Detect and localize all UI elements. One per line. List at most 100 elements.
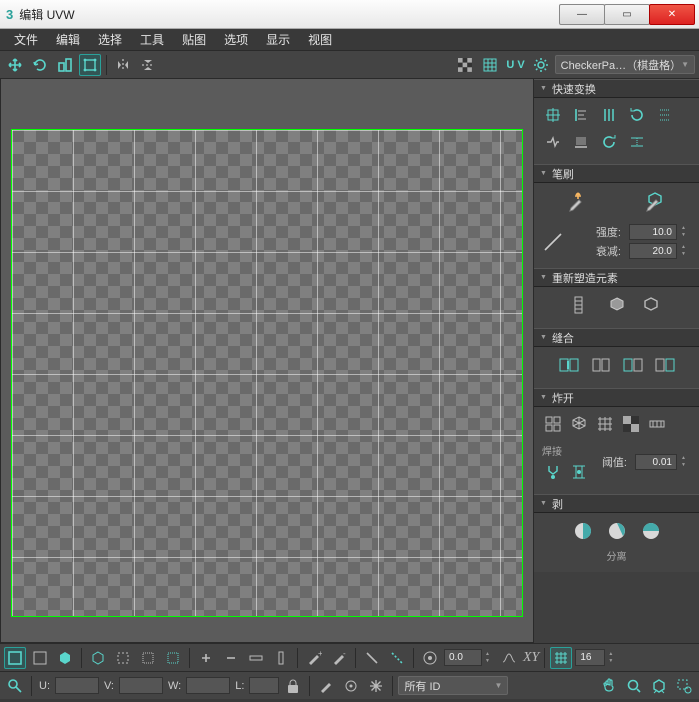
rollout-stitch-head[interactable]: 缝合 [534,328,699,347]
lock-icon[interactable] [282,675,304,697]
l-input[interactable] [249,677,279,694]
w-input[interactable] [186,677,230,694]
sel-vertex-icon[interactable] [4,647,26,669]
peel-2-icon[interactable] [603,519,631,543]
straighten-icon[interactable] [569,293,597,317]
select-mode-a-icon[interactable] [112,647,134,669]
ring-icon[interactable] [270,647,292,669]
strength-spinner[interactable]: 10.0 [629,224,677,240]
break-grid-icon[interactable] [594,413,616,435]
break-check-icon[interactable] [620,413,642,435]
weld-selected-icon[interactable] [542,461,564,483]
u-input[interactable] [55,677,99,694]
spinner-arrows-icon[interactable]: ▲▼ [608,651,618,665]
sel-edge-icon[interactable] [29,647,51,669]
loop-icon[interactable] [245,647,267,669]
menu-tools[interactable]: 工具 [132,29,172,50]
zoom-region-icon[interactable] [673,675,695,697]
falloff-curve-icon[interactable] [498,647,520,669]
spinner-arrows-icon[interactable]: ▲▼ [485,651,495,665]
menu-edit[interactable]: 编辑 [48,29,88,50]
move-brush-icon[interactable] [564,189,592,213]
shrink-icon[interactable] [220,647,242,669]
rollout-brush-head[interactable]: 笔刷 [534,164,699,183]
distribute-icon[interactable] [654,104,676,126]
zoom-extents-icon[interactable] [648,675,670,697]
grid-size-input[interactable]: 16 [575,649,605,666]
rollout-quick-transform-head[interactable]: 快速变换 [534,79,699,98]
seam-icon[interactable] [386,647,408,669]
maximize-button[interactable]: ▭ [604,4,650,25]
relax-brush-icon[interactable] [641,189,669,213]
move-icon[interactable] [4,54,26,76]
break-flatten-icon[interactable] [646,413,668,435]
minimize-button[interactable]: — [559,4,605,25]
menu-file[interactable]: 文件 [6,29,46,50]
id-dropdown[interactable]: 所有 ID ▼ [398,676,508,695]
snowflake-icon[interactable] [365,675,387,697]
select-mode-b-icon[interactable] [137,647,159,669]
rollout-explode-head[interactable]: 炸开 [534,388,699,407]
pin-icon[interactable] [4,675,26,697]
align-left-icon[interactable] [570,104,592,126]
grow-icon[interactable] [195,647,217,669]
menu-view[interactable]: 视图 [300,29,340,50]
snap-grid-icon[interactable] [550,647,572,669]
break-geo-icon[interactable] [568,413,590,435]
v-input[interactable] [119,677,163,694]
snap-bottom-icon[interactable] [570,131,592,153]
peel-1-icon[interactable] [569,519,597,543]
zoom-icon[interactable] [623,675,645,697]
spinner-arrows-icon[interactable]: ▲▼ [681,455,691,469]
peel-3-icon[interactable] [637,519,665,543]
stitch-target-icon[interactable] [651,353,679,377]
grid-toggle-icon[interactable] [479,54,501,76]
spinner-arrows-icon[interactable]: ▲▼ [681,244,691,258]
scale-icon[interactable] [54,54,76,76]
menu-display[interactable]: 显示 [258,29,298,50]
checker-toggle-icon[interactable] [454,54,476,76]
break-poly-icon[interactable] [542,413,564,435]
close-button[interactable]: ✕ [649,4,695,25]
rotate-cw-icon[interactable] [626,104,648,126]
rotation-input[interactable]: 0.0 [444,649,482,666]
falloff-spinner[interactable]: 20.0 [629,243,677,259]
mirror-v-icon[interactable] [137,54,159,76]
hand-icon[interactable] [598,675,620,697]
sel-face-icon[interactable] [54,647,76,669]
menu-options[interactable]: 选项 [216,29,256,50]
map-dropdown[interactable]: CheckerPa…（棋盘格） ▼ [555,55,695,74]
mirror-h-icon[interactable] [112,54,134,76]
align-icon[interactable] [542,104,564,126]
threshold-spinner[interactable]: 0.01 [635,454,677,470]
gear-icon[interactable] [530,54,552,76]
menu-mapping[interactable]: 贴图 [174,29,214,50]
target-icon[interactable] [340,675,362,697]
paint-select-add-icon[interactable]: + [303,647,325,669]
viewport-area[interactable] [0,79,533,643]
stitch-source-icon[interactable] [587,353,615,377]
rotate-icon[interactable] [29,54,51,76]
rollout-reshape-head[interactable]: 重新塑造元素 [534,268,699,287]
uv-viewport[interactable] [11,129,523,617]
spinner-arrows-icon[interactable]: ▲▼ [681,225,691,239]
rollout-peel-head[interactable]: 剥 [534,494,699,513]
snap-icon[interactable] [542,131,564,153]
paint-icon[interactable] [315,675,337,697]
spacing-icon[interactable] [626,131,648,153]
stitch-selected-icon[interactable] [555,353,583,377]
align-vert-icon[interactable] [598,104,620,126]
relax-element-icon[interactable] [603,293,631,317]
weld-all-icon[interactable] [568,461,590,483]
brush-line-icon[interactable] [542,231,564,253]
stitch-avg-icon[interactable] [619,353,647,377]
select-mode-c-icon[interactable] [162,647,184,669]
freeform-icon[interactable] [79,54,101,76]
relax-element2-icon[interactable] [637,293,665,317]
falloff-icon[interactable] [419,647,441,669]
edge-select-icon[interactable] [361,647,383,669]
sel-element-icon[interactable] [87,647,109,669]
rotate-ccw-icon[interactable] [598,131,620,153]
paint-select-sub-icon[interactable]: - [328,647,350,669]
menu-select[interactable]: 选择 [90,29,130,50]
